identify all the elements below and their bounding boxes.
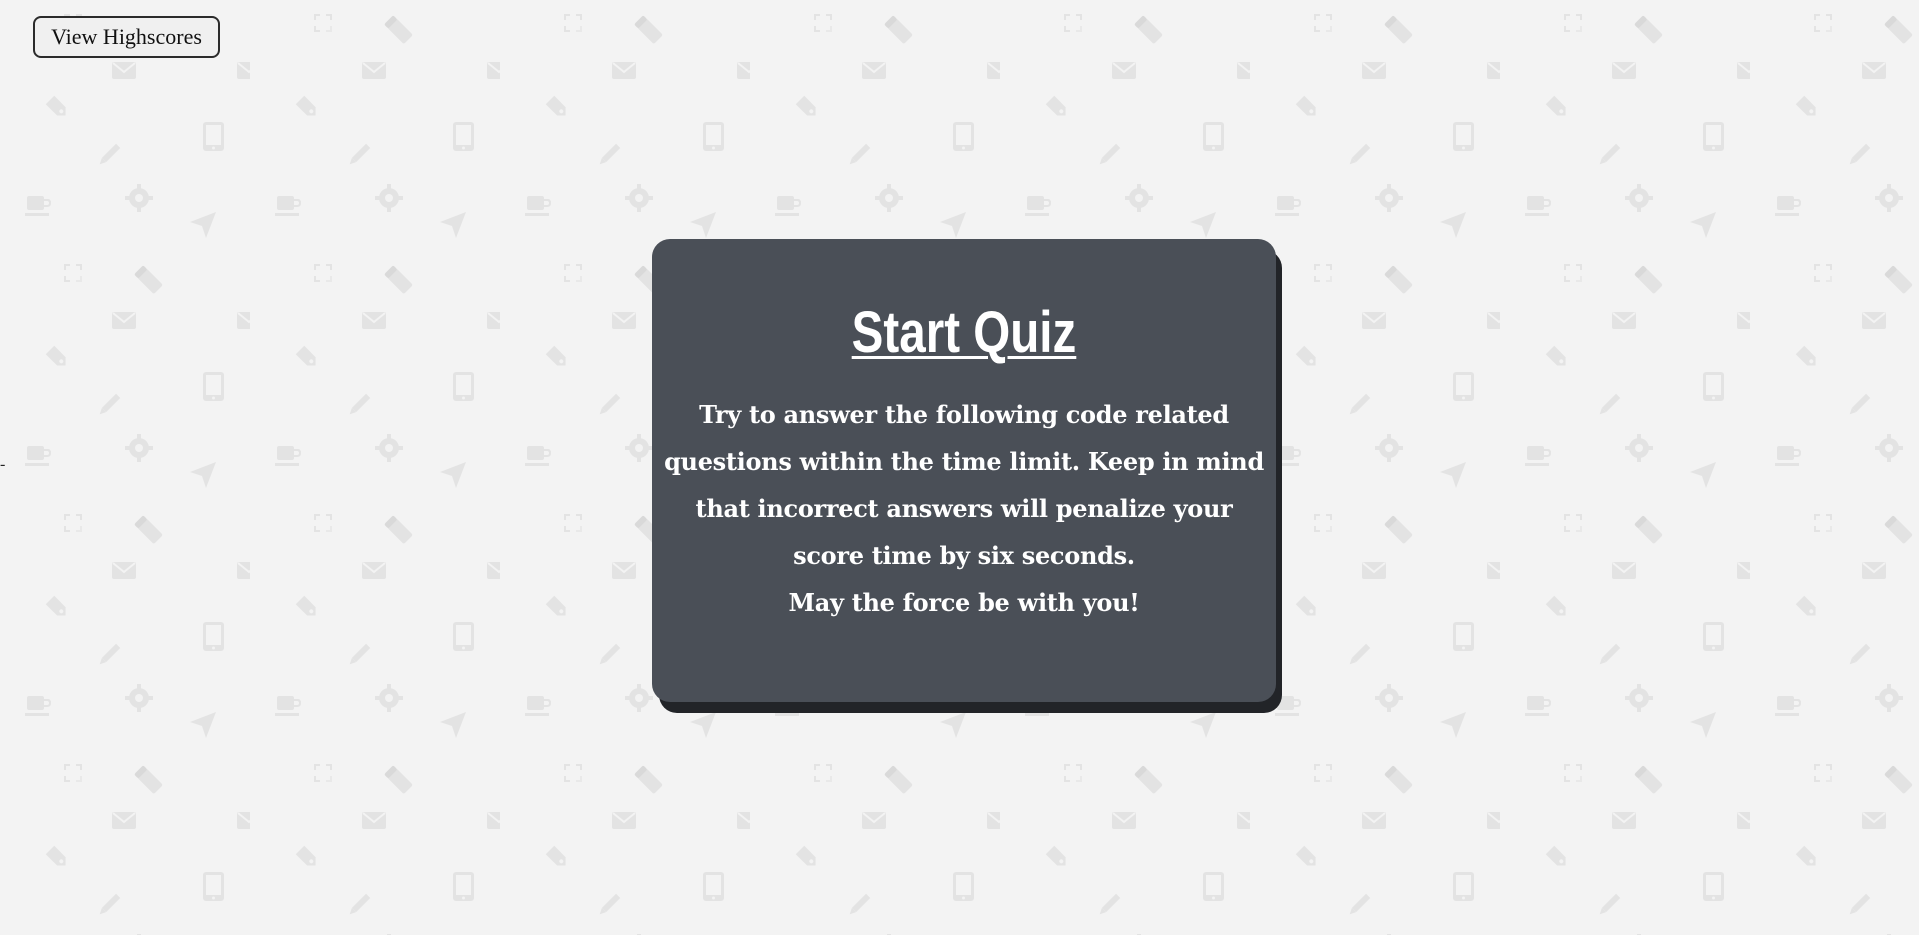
timer-display: -	[0, 456, 6, 473]
quiz-card: Start Quiz Try to answer the following c…	[652, 239, 1276, 702]
quiz-farewell: May the force be with you!	[788, 588, 1140, 617]
view-highscores-button[interactable]: View Highscores	[33, 16, 220, 58]
quiz-instructions: Try to answer the following code related…	[664, 391, 1264, 626]
start-quiz-button[interactable]: Start Quiz	[718, 301, 1210, 365]
quiz-description: Try to answer the following code related…	[664, 400, 1264, 570]
